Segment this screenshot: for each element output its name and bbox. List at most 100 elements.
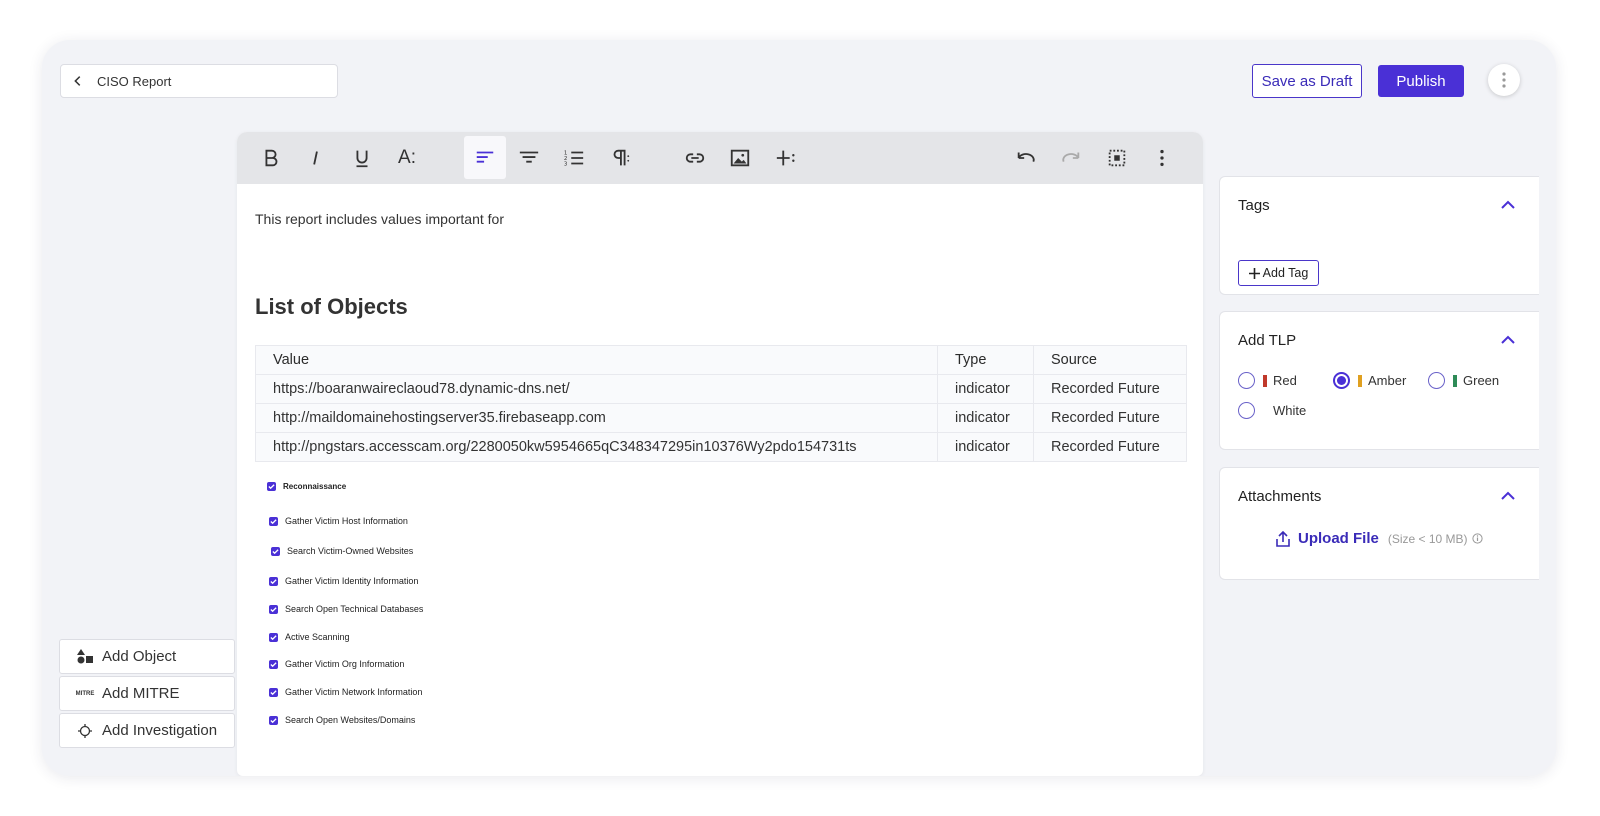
section-heading: List of Objects: [255, 294, 408, 319]
select-all-button[interactable]: [1096, 136, 1138, 179]
table-row: http://maildomainehostingserver35.fireba…: [255, 403, 1187, 433]
color-swatch: [1358, 374, 1362, 387]
table-header-row: Value Type Source: [255, 345, 1187, 375]
table-cell: indicator: [937, 374, 1034, 404]
publish-button[interactable]: Publish: [1378, 65, 1464, 97]
mitre-item[interactable]: Search Open Websites/Domains: [269, 715, 415, 725]
save-as-draft-button[interactable]: Save as Draft: [1252, 64, 1362, 98]
mitre-item[interactable]: Active Scanning: [269, 632, 350, 642]
align-center-icon: [519, 151, 539, 163]
checkbox-checked-icon[interactable]: [269, 604, 278, 614]
checkbox-checked-icon[interactable]: [269, 516, 278, 526]
undo-button[interactable]: [1005, 136, 1047, 179]
checkbox-checked-icon[interactable]: [269, 576, 278, 586]
add-mitre-button[interactable]: MITRE Add MITRE: [59, 676, 235, 711]
mitre-item[interactable]: Gather Victim Identity Information: [269, 576, 418, 586]
bold-button[interactable]: [250, 136, 292, 179]
align-left-button[interactable]: [464, 136, 506, 179]
attachments-panel: Attachments Upload File (Size < 10 MB): [1219, 467, 1539, 580]
image-button[interactable]: [719, 136, 761, 179]
color-swatch: [1263, 404, 1267, 417]
report-title-bar[interactable]: CISO Report: [60, 64, 338, 98]
rich-text-editor: A: 123 This report includes values impor…: [237, 132, 1203, 776]
add-object-button[interactable]: Add Object: [59, 639, 235, 674]
add-tag-button[interactable]: Add Tag: [1238, 260, 1319, 286]
column-header: Source: [1033, 345, 1187, 375]
table-row: https://boaranwaireclaoud78.dynamic-dns.…: [255, 374, 1187, 404]
table-cell: http://maildomainehostingserver35.fireba…: [255, 403, 938, 433]
select-all-icon: [1108, 149, 1126, 166]
radio-button-selected[interactable]: [1333, 372, 1350, 389]
mitre-icon: MITRE: [75, 690, 95, 697]
column-header: Type: [937, 345, 1034, 375]
radio-button[interactable]: [1428, 372, 1445, 389]
italic-button[interactable]: [295, 136, 337, 179]
crosshair-icon: [76, 723, 94, 738]
upload-file-button[interactable]: Upload File (Size < 10 MB): [1276, 530, 1483, 547]
mitre-item[interactable]: Gather Victim Org Information: [269, 659, 404, 669]
tags-panel: Tags Add Tag: [1219, 176, 1539, 295]
paragraph-button[interactable]: [599, 136, 641, 179]
table-row: http://pngstars.accesscam.org/2280050kw5…: [255, 432, 1187, 462]
color-swatch: [1263, 374, 1267, 387]
ordered-list-button[interactable]: 123: [553, 136, 595, 179]
chevron-up-icon[interactable]: [1500, 334, 1516, 346]
image-icon: [730, 149, 750, 166]
mitre-item[interactable]: Search Victim-Owned Websites: [271, 546, 413, 556]
panel-title: Attachments: [1238, 488, 1322, 505]
panel-title: Add TLP: [1238, 332, 1297, 349]
intro-text: This report includes values important fo…: [255, 211, 504, 227]
color-swatch: [1453, 374, 1457, 387]
redo-button[interactable]: [1050, 136, 1092, 179]
checkbox-checked-icon[interactable]: [269, 687, 278, 697]
editor-more-button[interactable]: [1141, 136, 1183, 179]
mitre-item[interactable]: Search Open Technical Databases: [269, 604, 423, 614]
checkbox-checked-icon[interactable]: [269, 659, 278, 669]
table-cell: https://boaranwaireclaoud78.dynamic-dns.…: [255, 374, 938, 404]
tlp-option-green[interactable]: Green: [1428, 372, 1499, 389]
link-button[interactable]: [674, 136, 716, 179]
align-center-button[interactable]: [508, 136, 550, 179]
radio-button[interactable]: [1238, 402, 1255, 419]
chevron-up-icon[interactable]: [1500, 199, 1516, 211]
font-size-button[interactable]: A:: [386, 136, 428, 179]
chevron-up-icon[interactable]: [1500, 490, 1516, 502]
report-editor-app: CISO Report Save as Draft Publish A: 1 2…: [42, 40, 1556, 776]
mitre-item[interactable]: Gather Victim Network Information: [269, 687, 422, 697]
mitre-root-item[interactable]: Reconnaissance: [267, 482, 346, 491]
underline-button[interactable]: [341, 136, 383, 179]
tlp-panel: Add TLP Red Amber Green White: [1219, 311, 1539, 450]
tlp-option-red[interactable]: Red: [1238, 372, 1297, 389]
mitre-item[interactable]: Gather Victim Host Information: [269, 516, 408, 526]
insert-more-button[interactable]: [765, 136, 807, 179]
align-left-icon: [476, 151, 494, 163]
radio-button[interactable]: [1238, 372, 1255, 389]
tlp-option-amber[interactable]: Amber: [1333, 372, 1406, 389]
add-investigation-button[interactable]: Add Investigation: [59, 713, 235, 748]
table-cell: Recorded Future: [1033, 403, 1187, 433]
checkbox-checked-icon[interactable]: [271, 546, 280, 556]
underline-icon: [356, 150, 368, 167]
table-cell: indicator: [937, 403, 1034, 433]
report-title: CISO Report: [97, 73, 172, 89]
shapes-icon: [76, 649, 94, 664]
editor-toolbar: A: 123: [237, 132, 1203, 184]
svg-text:3: 3: [564, 161, 568, 167]
chevron-left-icon[interactable]: [71, 74, 85, 88]
panel-title: Tags: [1238, 197, 1270, 214]
table-cell: indicator: [937, 432, 1034, 462]
bold-icon: [265, 149, 278, 166]
insert-more-icon: [776, 150, 795, 165]
more-vertical-icon: [1160, 149, 1164, 166]
tlp-option-white[interactable]: White: [1238, 402, 1306, 419]
more-vertical-icon: [1502, 72, 1506, 88]
checkbox-checked-icon[interactable]: [269, 715, 278, 725]
ordered-list-icon: 123: [564, 150, 584, 167]
table-cell: http://pngstars.accesscam.org/2280050kw5…: [255, 432, 938, 462]
link-icon: [685, 152, 705, 163]
checkbox-checked-icon[interactable]: [267, 482, 276, 491]
column-header: Value: [255, 345, 938, 375]
checkbox-checked-icon[interactable]: [269, 632, 278, 642]
info-icon[interactable]: [1471, 533, 1483, 544]
more-options-button[interactable]: [1488, 64, 1520, 96]
